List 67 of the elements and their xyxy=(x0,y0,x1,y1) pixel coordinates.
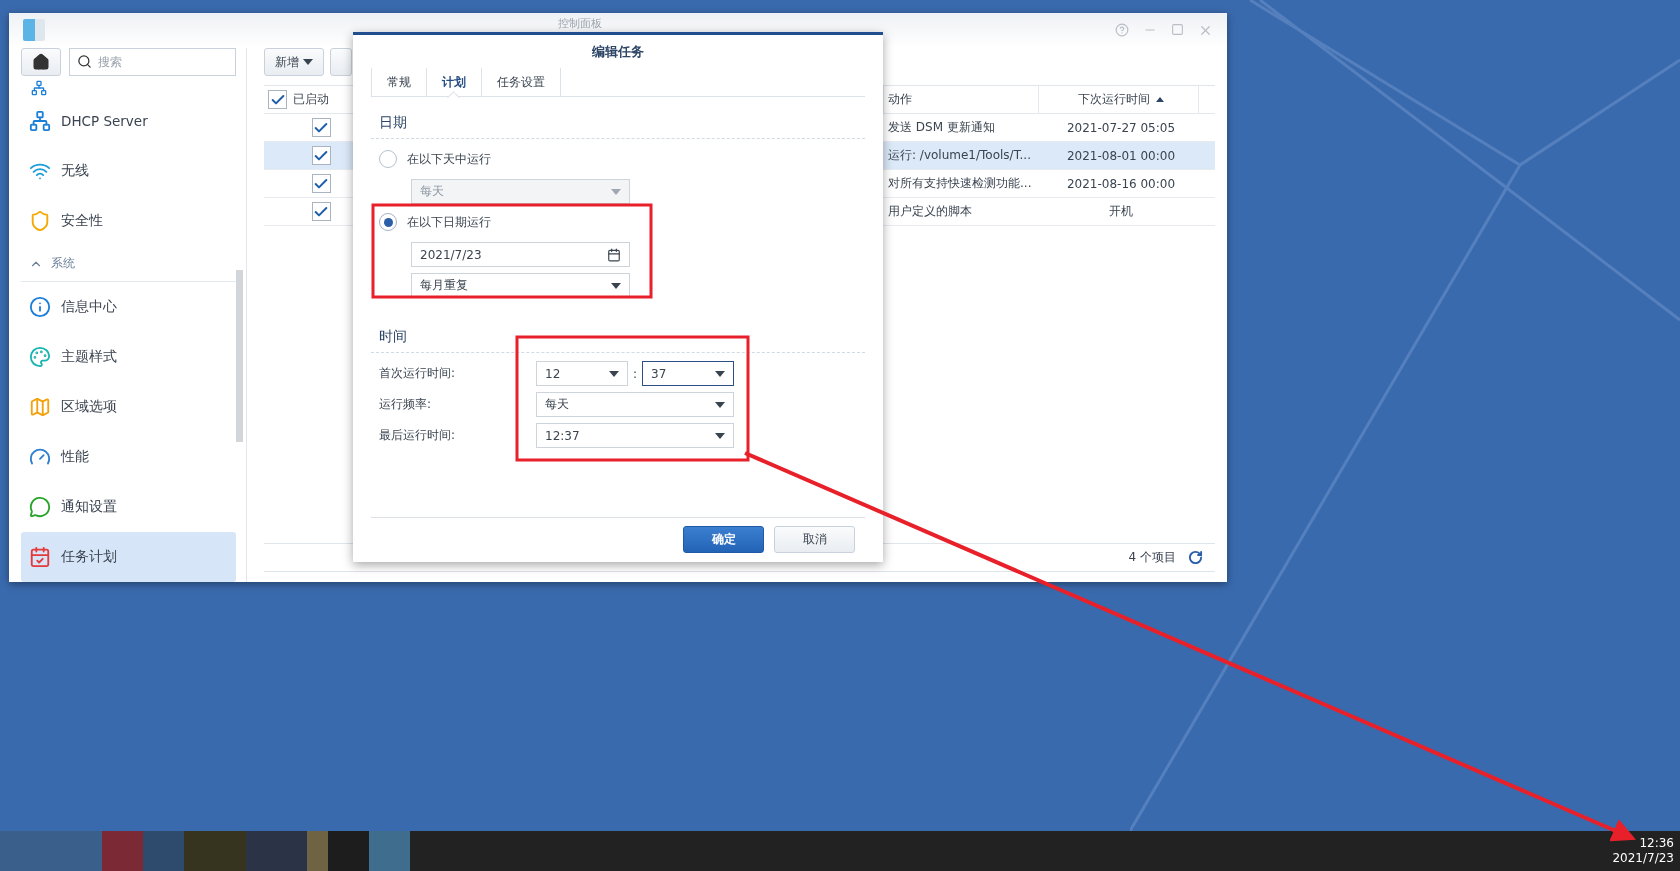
checkbox[interactable] xyxy=(311,146,331,165)
sidebar-icon xyxy=(29,210,51,232)
checkbox[interactable] xyxy=(311,118,331,137)
sidebar-item[interactable]: 主题样式 xyxy=(21,332,236,382)
radio-button[interactable] xyxy=(379,150,397,168)
hour-dropdown[interactable]: 12 xyxy=(536,361,628,386)
tab[interactable]: 任务设置 xyxy=(481,68,561,96)
add-button[interactable]: 新增 xyxy=(264,48,324,76)
sidebar-icon xyxy=(29,396,51,418)
tab[interactable]: 计划 xyxy=(426,68,481,96)
item-count: 4 个项目 xyxy=(1128,549,1176,566)
table-cell: 2021-07-27 05:05 xyxy=(1066,120,1176,135)
network-icon xyxy=(31,80,47,96)
sidebar-item[interactable]: 无线 xyxy=(21,146,236,196)
radio-label: 在以下天中运行 xyxy=(407,150,491,168)
sidebar-item[interactable]: 性能 xyxy=(21,432,236,482)
time-separator: : xyxy=(631,366,638,381)
dialog-title: 编辑任务 xyxy=(591,43,645,61)
field-label: 运行频率: xyxy=(379,396,433,413)
checkbox[interactable] xyxy=(311,202,331,221)
sidebar-item[interactable]: DHCP Server xyxy=(21,96,236,146)
window-title: 控制面板 xyxy=(558,17,602,30)
search-icon xyxy=(77,54,92,69)
sidebar-icon xyxy=(29,110,51,132)
table-cell: 运行: /volume1/Tools/T... xyxy=(888,147,1031,164)
sidebar-item[interactable]: 通知设置 xyxy=(21,482,236,532)
column-header[interactable]: 动作 xyxy=(884,86,1039,113)
home-button[interactable] xyxy=(21,48,61,76)
sidebar-icon xyxy=(29,546,51,568)
app-icon xyxy=(23,19,45,41)
table-cell: 2021-08-01 00:00 xyxy=(1066,148,1176,163)
radio-label: 在以下日期运行 xyxy=(407,213,491,231)
table-cell: 用户定义的脚本 xyxy=(888,203,972,220)
home-icon xyxy=(32,53,50,71)
field-label: 首次运行时间: xyxy=(379,365,457,382)
field-label: 最后运行时间: xyxy=(379,427,457,444)
date-field[interactable]: 2021/7/23 xyxy=(411,242,630,267)
column-header[interactable]: 已启动 xyxy=(293,91,329,108)
radio-button[interactable] xyxy=(379,213,397,231)
dropdown[interactable]: 每天 xyxy=(536,392,734,417)
dropdown[interactable]: 12:37 xyxy=(536,423,734,448)
column-header[interactable]: 下次运行时间 xyxy=(1039,86,1199,113)
refresh-icon[interactable] xyxy=(1188,550,1203,565)
section-heading: 日期 xyxy=(371,97,865,139)
checkbox[interactable] xyxy=(311,174,331,193)
sidebar-item[interactable]: 任务计划 xyxy=(21,532,236,582)
search-field[interactable]: 搜索 xyxy=(69,48,236,76)
table-cell: 开机 xyxy=(1109,203,1133,220)
sidebar-item[interactable]: 安全性 xyxy=(21,196,236,246)
section-heading: 时间 xyxy=(371,304,865,353)
dropdown[interactable]: 每月重复 xyxy=(411,273,630,298)
sidebar-item[interactable]: 区域选项 xyxy=(21,382,236,432)
sidebar-icon xyxy=(29,496,51,518)
calendar-icon[interactable] xyxy=(607,247,621,262)
sidebar-section[interactable]: 系统 xyxy=(21,246,236,282)
cancel-button[interactable]: 取消 xyxy=(774,526,855,553)
table-cell: 对所有支持快速检测功能... xyxy=(888,175,1032,192)
taskbar-clock[interactable]: 12:36 2021/7/23 xyxy=(1612,836,1680,866)
sidebar-item[interactable]: 信息中心 xyxy=(21,282,236,332)
checkbox[interactable] xyxy=(268,90,287,109)
sidebar-icon xyxy=(29,296,51,318)
minute-dropdown[interactable]: 37 xyxy=(642,361,734,386)
table-cell: 发送 DSM 更新通知 xyxy=(888,119,995,136)
table-cell: 2021-08-16 00:00 xyxy=(1066,176,1176,191)
sidebar-icon xyxy=(29,346,51,368)
tab[interactable]: 常规 xyxy=(371,68,426,96)
confirm-button[interactable]: 确定 xyxy=(683,526,764,553)
